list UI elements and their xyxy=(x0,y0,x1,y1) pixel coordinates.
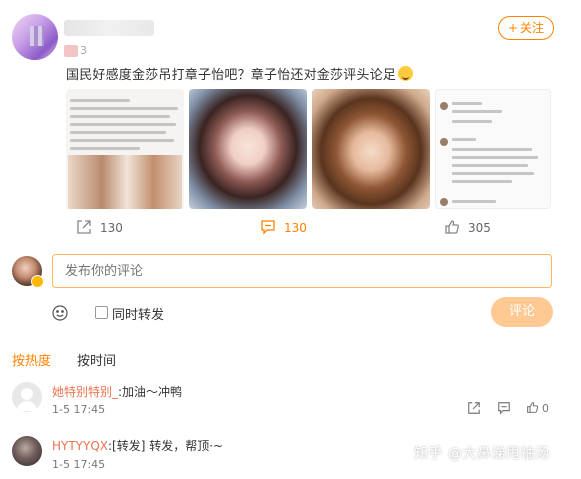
repost-checkbox[interactable] xyxy=(95,306,108,319)
like-action[interactable]: 305 xyxy=(444,219,491,237)
submit-comment-button[interactable]: 评论 xyxy=(491,297,553,327)
comment-action[interactable]: 130 xyxy=(260,219,307,237)
comment-like[interactable]: 0 xyxy=(526,401,549,415)
tab-sort-by-time[interactable]: 按时间 xyxy=(77,350,116,369)
comment-text: :加油～冲鸭 xyxy=(118,385,183,399)
current-user-avatar[interactable] xyxy=(12,256,44,288)
post-text: 国民好感度金莎吊打章子怡吧？章子怡还对金莎评头论足 xyxy=(66,64,414,83)
tab-sort-by-hot[interactable]: 按热度 xyxy=(12,350,51,369)
comment-time: 1-5 17:45 xyxy=(52,458,106,471)
commenter-name[interactable]: HYTYYQX xyxy=(52,439,108,453)
commenter-name[interactable]: 她特别特别_ xyxy=(52,385,118,399)
grin-emoji-icon xyxy=(398,66,414,81)
follow-button[interactable]: + 关注 xyxy=(498,16,554,40)
thumbs-up-icon xyxy=(527,402,539,413)
comment-text: :[转发] 转发，帮顶·~ xyxy=(108,439,224,453)
comment-line: 她特别特别_:加油～冲鸭 xyxy=(52,383,182,400)
share-icon xyxy=(77,220,91,234)
post-image-2[interactable] xyxy=(189,89,307,209)
watermark: 知乎 @大鼻涕甩袖汤 xyxy=(414,446,550,462)
vip-badge-icon xyxy=(64,45,78,57)
comment-line: HYTYYQX:[转发] 转发，帮顶·~ xyxy=(52,437,223,454)
share-action[interactable]: 130 xyxy=(76,219,123,237)
post-image-3[interactable] xyxy=(312,89,430,209)
smiley-icon xyxy=(52,305,68,321)
repost-label[interactable]: 同时转发 xyxy=(112,304,164,323)
author-avatar[interactable] xyxy=(12,14,58,60)
comment-time: 1-5 17:45 xyxy=(52,403,106,416)
emoji-button[interactable] xyxy=(52,305,68,325)
comment-icon[interactable] xyxy=(497,401,511,415)
post-image-1[interactable] xyxy=(66,89,184,209)
comment-icon xyxy=(261,220,275,235)
commenter-avatar[interactable] xyxy=(12,436,42,466)
thumbs-up-icon xyxy=(445,220,459,234)
author-meta: 3 xyxy=(64,44,87,57)
share-icon[interactable] xyxy=(467,401,481,415)
post-image-4[interactable] xyxy=(435,89,551,209)
comment-input[interactable] xyxy=(52,254,552,288)
plus-icon: + xyxy=(507,21,519,35)
commenter-avatar[interactable] xyxy=(12,382,42,412)
badge-icon xyxy=(31,275,44,288)
author-name-blurred[interactable] xyxy=(64,20,154,36)
